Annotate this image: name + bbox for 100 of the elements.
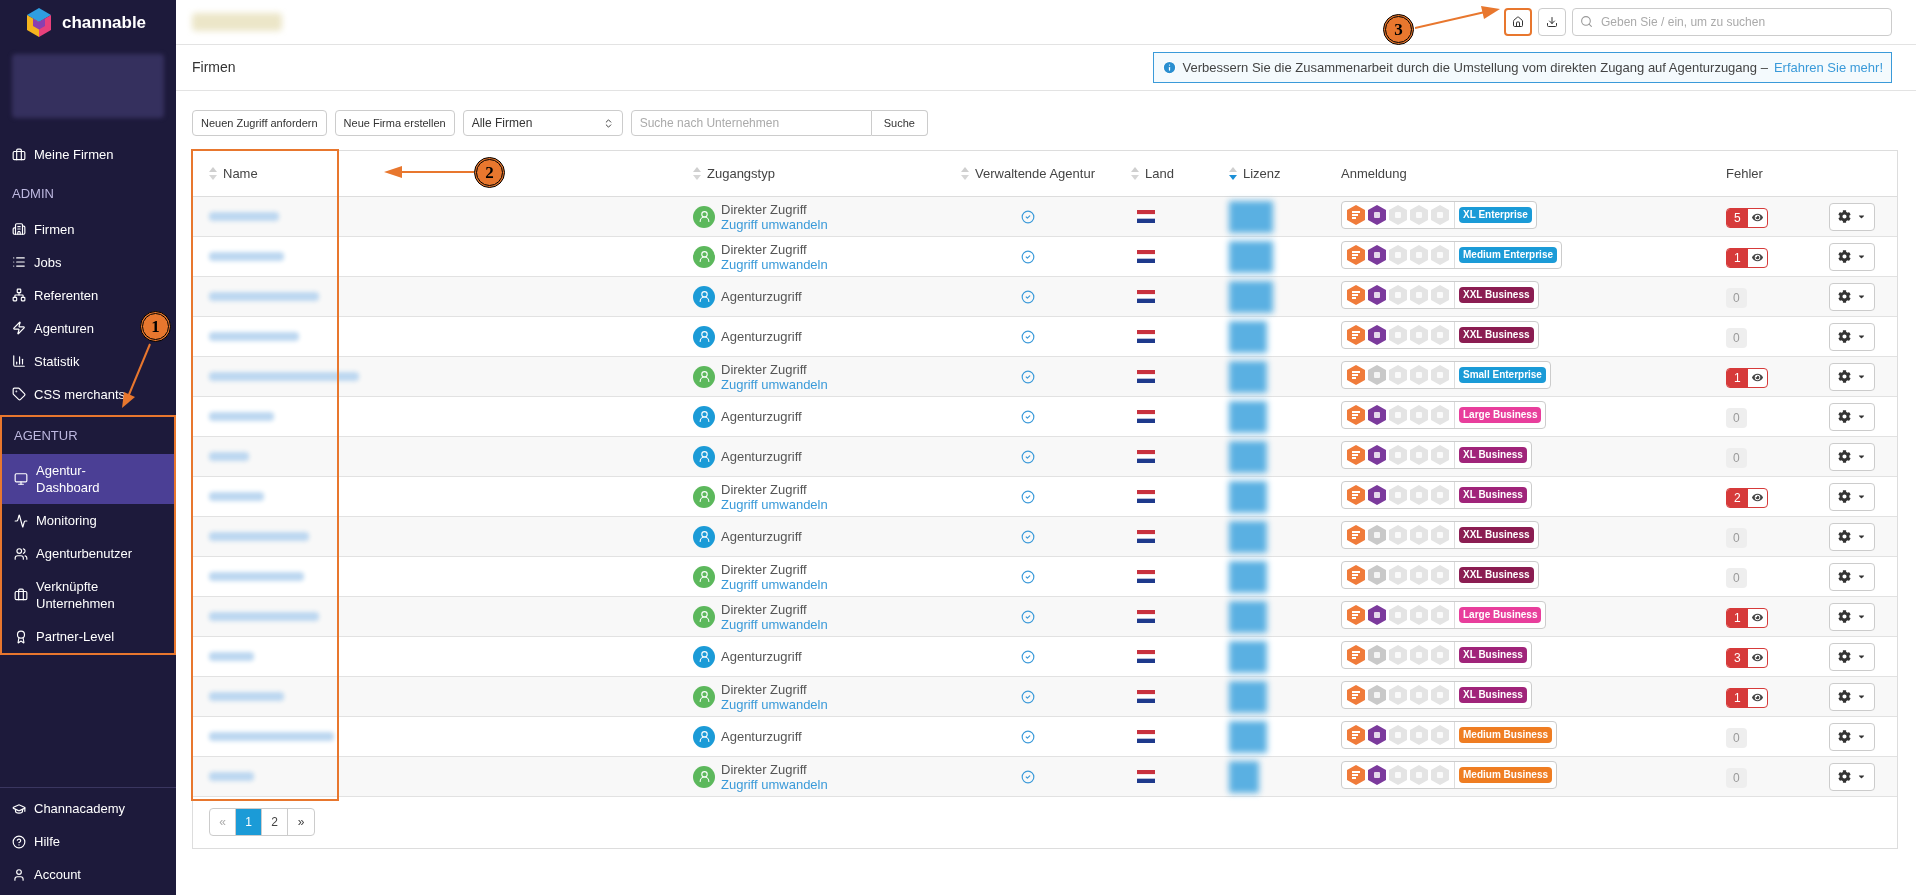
settings-dropdown-button[interactable] <box>1829 562 1875 591</box>
person-icon <box>697 490 711 503</box>
person-icon <box>697 570 711 583</box>
next-page-link[interactable]: » <box>288 809 314 835</box>
settings-icon <box>1838 770 1851 783</box>
page-link[interactable]: 2 <box>262 809 288 835</box>
nav-icon <box>14 472 28 486</box>
step-number-badge: 2 <box>474 157 505 188</box>
plan-badge: XXL Business <box>1459 566 1534 583</box>
nav-icon <box>12 147 26 162</box>
nav-item[interactable]: Agenturbenutzer <box>2 537 145 570</box>
error-count: 0 <box>1726 567 1747 588</box>
error-count: 0 <box>1726 727 1747 748</box>
nav-icon <box>12 288 26 302</box>
settings-dropdown-button[interactable] <box>1829 482 1875 511</box>
eye-icon <box>1751 252 1763 263</box>
column-header[interactable]: Verwaltende Agentur <box>975 163 1095 184</box>
error-count-button[interactable]: 1 <box>1726 247 1768 268</box>
caret-icon <box>1857 772 1866 781</box>
person-icon <box>697 450 711 463</box>
column-header[interactable]: Zugangstyp <box>707 163 775 184</box>
error-count-button[interactable]: 1 <box>1726 687 1768 708</box>
access-type: Agenturzugriff <box>721 529 802 544</box>
error-count-button[interactable]: 3 <box>1726 647 1768 668</box>
nav-item[interactable]: Statistik <box>0 344 92 378</box>
nav-item[interactable]: Agentur-Dashboard <box>2 454 174 504</box>
settings-dropdown-button[interactable] <box>1829 682 1875 711</box>
nav-item[interactable]: CSS merchants <box>0 377 138 411</box>
settings-dropdown-button[interactable] <box>1829 282 1875 311</box>
error-count-button[interactable]: 1 <box>1726 607 1768 628</box>
settings-dropdown-button[interactable] <box>1829 762 1875 791</box>
caret-icon <box>1857 612 1866 621</box>
settings-dropdown-button[interactable] <box>1829 602 1875 631</box>
license-placeholder <box>1229 320 1267 353</box>
column-header[interactable]: Lizenz <box>1243 163 1281 184</box>
nav-item[interactable]: Hilfe <box>0 825 72 858</box>
plan-badge: XXL Business <box>1459 286 1534 303</box>
plan-badge: XL Business <box>1459 486 1527 503</box>
error-count-button[interactable]: 5 <box>1726 207 1768 228</box>
nav-item[interactable]: Verknüpfte Unternehmen <box>2 570 158 620</box>
eye-icon <box>1751 492 1763 503</box>
nav-item[interactable]: Meine Firmen <box>0 138 126 171</box>
nav-item[interactable]: Referenten <box>0 278 111 312</box>
nav-item[interactable]: Jobs <box>0 245 74 279</box>
name-placeholder <box>209 412 274 421</box>
settings-icon <box>1838 210 1851 223</box>
section-title: ADMIN <box>11 185 55 203</box>
settings-dropdown-button[interactable] <box>1829 202 1875 231</box>
nav-item[interactable]: Agenturen <box>0 311 106 345</box>
nav-icon <box>12 801 26 816</box>
error-count-button[interactable]: 2 <box>1726 487 1768 508</box>
settings-dropdown-button[interactable] <box>1829 362 1875 391</box>
column-header[interactable]: Name <box>223 163 258 184</box>
person-icon <box>697 770 711 783</box>
access-type: Direkter Zugriff <box>721 561 808 577</box>
person-icon <box>697 690 711 703</box>
toolbar-button[interactable]: Neuen Zugriff anfordern <box>192 110 327 136</box>
settings-dropdown-button[interactable] <box>1829 642 1875 671</box>
settings-dropdown-button[interactable] <box>1829 322 1875 351</box>
company-search-field[interactable]: Suche nach Unternehmen <box>630 110 872 136</box>
flag-icon <box>1137 370 1155 383</box>
settings-dropdown-button[interactable] <box>1829 442 1875 471</box>
search-field[interactable]: Geben Sie / ein, um zu suchen <box>1572 8 1892 36</box>
brand-name: channable <box>62 12 147 35</box>
nav-item[interactable]: Partner-Level <box>2 620 127 653</box>
error-count-button[interactable]: 1 <box>1726 367 1768 388</box>
column-header[interactable]: Land <box>1145 163 1174 184</box>
company-filter-select[interactable]: Alle Firmen <box>462 110 623 136</box>
nav-item[interactable]: Channacademy <box>0 792 138 825</box>
caret-icon <box>1857 332 1866 341</box>
flag-icon <box>1137 210 1155 223</box>
search-button[interactable]: Suche <box>871 110 928 136</box>
license-placeholder <box>1229 360 1267 393</box>
page-title: Firmen <box>192 58 236 77</box>
settings-icon <box>1838 690 1851 703</box>
settings-dropdown-button[interactable] <box>1829 522 1875 551</box>
settings-dropdown-button[interactable] <box>1829 242 1875 271</box>
settings-icon <box>1838 450 1851 463</box>
nav-item[interactable]: Firmen <box>0 212 87 246</box>
settings-icon <box>1838 610 1851 623</box>
flag-icon <box>1137 290 1155 303</box>
nav-icon <box>14 513 28 528</box>
home-button[interactable] <box>1504 8 1532 36</box>
settings-dropdown-button[interactable] <box>1829 722 1875 751</box>
person-icon <box>697 610 711 623</box>
toolbar-button[interactable]: Neue Firma erstellen <box>334 110 455 136</box>
flag-icon <box>1137 410 1155 423</box>
access-type: Direkter Zugriff <box>721 681 808 697</box>
flag-icon <box>1137 650 1155 663</box>
error-count: 0 <box>1726 767 1747 788</box>
nav-item[interactable]: Monitoring <box>2 504 109 537</box>
license-placeholder <box>1229 280 1273 313</box>
nav-item[interactable]: Account <box>0 858 93 891</box>
search-icon <box>1580 15 1593 28</box>
error-count: 0 <box>1726 447 1747 468</box>
settings-dropdown-button[interactable] <box>1829 402 1875 431</box>
name-placeholder <box>209 652 254 661</box>
plan-badge: XL Business <box>1459 686 1527 703</box>
settings-icon <box>1838 530 1851 543</box>
download-button[interactable] <box>1538 8 1566 36</box>
